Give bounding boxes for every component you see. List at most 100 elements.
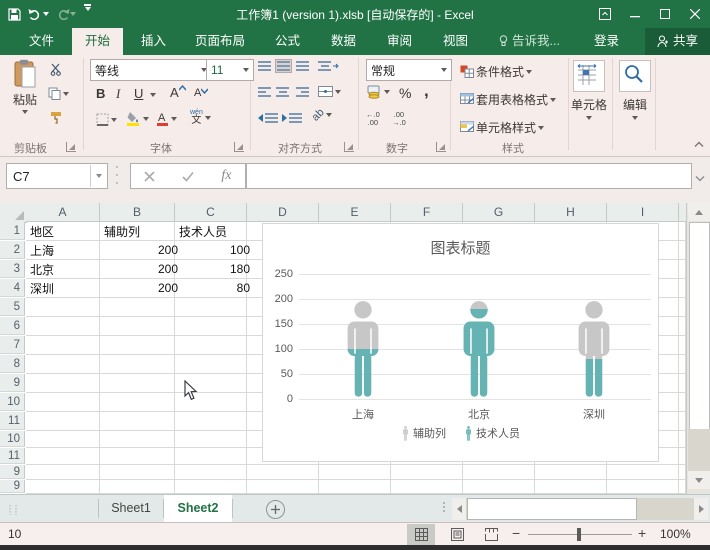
horizontal-scroll-thumb[interactable] — [467, 498, 637, 520]
column-header-d[interactable]: D — [247, 203, 319, 222]
shrink-font-button[interactable]: A — [194, 87, 208, 99]
row-header-9[interactable]: 10 — [0, 393, 25, 411]
scroll-right-icon[interactable] — [694, 498, 708, 520]
row-header-11[interactable]: 10 — [0, 431, 25, 447]
conditional-formatting-button[interactable]: 条件格式 — [460, 63, 532, 80]
cell-a3[interactable]: 北京 — [26, 260, 107, 278]
format-painter-button[interactable] — [50, 111, 63, 124]
row-header-1[interactable]: 2 — [0, 241, 25, 259]
column-header-e[interactable]: E — [319, 203, 391, 222]
normal-view-button[interactable] — [407, 524, 435, 545]
align-top-button[interactable] — [258, 61, 271, 71]
cell-b2[interactable]: 200 — [100, 241, 182, 259]
tab-scroll-divider[interactable] — [443, 502, 445, 512]
cell-a2[interactable]: 上海 — [26, 241, 107, 259]
sheet-tab-sheet2[interactable]: Sheet2 — [164, 495, 232, 524]
chart-figure-1[interactable] — [335, 299, 391, 399]
select-all-button[interactable] — [0, 203, 27, 223]
sheet-tab-sheet1[interactable]: Sheet1 — [99, 495, 163, 522]
vertical-scrollbar[interactable] — [686, 203, 710, 494]
zoom-out-icon[interactable]: − — [512, 525, 520, 541]
align-left-button[interactable] — [258, 87, 271, 97]
column-header-partial[interactable] — [679, 203, 686, 222]
ribbon-tab-file[interactable]: 文件 — [16, 28, 67, 55]
scroll-up-icon[interactable] — [688, 203, 710, 221]
close-icon[interactable] — [680, 0, 710, 28]
row-header-14[interactable]: 9 — [0, 480, 25, 493]
column-header-f[interactable]: F — [391, 203, 463, 222]
row-header-13[interactable]: 9 — [0, 465, 25, 479]
chart-figure-2[interactable] — [451, 299, 507, 399]
cells-button[interactable]: 单元格 — [570, 61, 608, 120]
column-header-c[interactable]: C — [175, 203, 247, 222]
align-right-button[interactable] — [296, 87, 309, 97]
align-center-button[interactable] — [276, 87, 289, 97]
percent-style-button[interactable]: % — [399, 85, 411, 101]
ribbon-tab-insert[interactable]: 插入 — [128, 28, 179, 55]
row-header-6[interactable]: 7 — [0, 336, 25, 354]
copy-button[interactable] — [48, 87, 69, 100]
enter-icon[interactable] — [182, 171, 194, 182]
align-bottom-button[interactable] — [296, 61, 309, 71]
sheet-nav-icon[interactable] — [8, 504, 18, 514]
wrap-text-button[interactable] — [318, 61, 339, 71]
maximize-icon[interactable] — [650, 0, 680, 28]
chart-figure-3[interactable] — [566, 299, 622, 399]
increase-indent-button[interactable] — [282, 113, 302, 123]
zoom-slider-thumb[interactable] — [577, 528, 581, 541]
column-header-g[interactable]: G — [463, 203, 535, 222]
grow-font-button[interactable]: A — [170, 85, 186, 100]
row-header-3[interactable]: 4 — [0, 279, 25, 297]
scroll-down-icon[interactable] — [688, 471, 710, 489]
decrease-decimal-button[interactable]: .00→.0 — [392, 111, 406, 126]
cell-b1[interactable]: 辅助列 — [100, 222, 182, 240]
chart-title[interactable]: 图表标题 — [263, 237, 658, 258]
zoom-level[interactable]: 100% — [660, 527, 691, 541]
minimize-icon[interactable] — [620, 0, 650, 28]
zoom-in-icon[interactable]: + — [638, 525, 646, 541]
cell-c4[interactable]: 80 — [175, 279, 254, 297]
column-header-h[interactable]: H — [535, 203, 607, 222]
underline-dropdown[interactable] — [150, 93, 156, 97]
column-header-a[interactable]: A — [26, 203, 100, 222]
ribbon-tab-data[interactable]: 数据 — [318, 28, 369, 55]
chart-legend[interactable]: 辅助列 技术人员 — [263, 425, 658, 441]
column-header-i[interactable]: I — [607, 203, 679, 222]
row-header-8[interactable]: 9 — [0, 374, 25, 392]
cut-button[interactable] — [50, 63, 63, 76]
page-layout-view-button[interactable] — [443, 524, 471, 545]
collapse-ribbon-icon[interactable] — [694, 137, 704, 151]
align-middle-button[interactable] — [276, 60, 291, 72]
people-pictogram-chart[interactable]: 图表标题 250200150100500上海北京深圳 辅助列技术人员 — [262, 223, 659, 462]
ribbon-tab-view[interactable]: 视图 — [430, 28, 481, 55]
ribbon-tab-review[interactable]: 审阅 — [374, 28, 425, 55]
row-header-7[interactable]: 8 — [0, 355, 25, 373]
row-header-10[interactable]: 11 — [0, 412, 25, 430]
row-header-12[interactable]: 11 — [0, 448, 25, 464]
ribbon-tab-page-layout[interactable]: 页面布局 — [182, 28, 258, 55]
font-name-combo[interactable]: 等线 — [90, 59, 212, 81]
cell-a1[interactable]: 地区 — [26, 222, 107, 240]
cell-b3[interactable]: 200 — [100, 260, 182, 278]
share-button[interactable]: 共享 — [645, 28, 710, 55]
insert-function-icon[interactable]: fx — [221, 168, 231, 184]
font-dialog-launcher[interactable] — [234, 142, 244, 152]
italic-button[interactable]: I — [116, 86, 120, 102]
column-header-b[interactable]: B — [100, 203, 175, 222]
cell-c2[interactable]: 100 — [175, 241, 254, 259]
merge-center-button[interactable] — [318, 86, 341, 97]
increase-decimal-button[interactable]: ←.0.00 — [366, 111, 380, 126]
legend-item-2[interactable]: 技术人员 — [464, 425, 520, 441]
paste-button[interactable]: 粘贴 — [8, 59, 42, 114]
cell-b4[interactable]: 200 — [100, 279, 182, 297]
accounting-format-button[interactable] — [367, 85, 390, 99]
horizontal-scrollbar[interactable] — [452, 498, 708, 520]
expand-formula-bar-icon[interactable] — [695, 171, 705, 185]
legend-item-1[interactable]: 辅助列 — [401, 425, 446, 441]
cell-c1[interactable]: 技术人员 — [175, 222, 254, 240]
sign-in-button[interactable]: 登录 — [581, 28, 632, 55]
formula-input[interactable] — [246, 163, 692, 189]
orientation-button[interactable]: ab — [312, 109, 332, 121]
cell-styles-button[interactable]: 单元格样式 — [460, 119, 544, 136]
decrease-indent-button[interactable] — [258, 113, 278, 123]
